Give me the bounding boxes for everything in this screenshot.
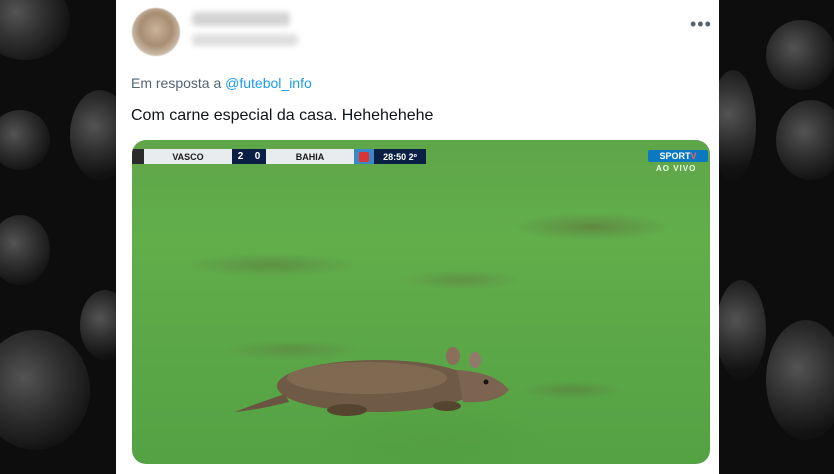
rat-figure [235, 347, 509, 416]
rat-head [457, 370, 509, 403]
author-handle-redacted [192, 34, 298, 46]
reply-handle-link[interactable]: @futebol_info [225, 75, 312, 91]
tweet-text: Com carne especial da casa. Hehehehehe [131, 107, 434, 124]
background-skull-decoration [0, 215, 50, 285]
rat-ear [446, 347, 460, 365]
channel-name-suffix: V [690, 151, 697, 161]
period: 2º [408, 151, 417, 162]
background-skull-decoration [80, 290, 118, 360]
background-skull-decoration [0, 0, 70, 60]
rat-tail [235, 394, 289, 412]
rat-ear [469, 352, 481, 368]
background-skull-decoration [776, 100, 834, 180]
team-crest-icon [354, 149, 374, 164]
scoreboard: VASCO 2 0 BAHIA 28:50 2º [132, 149, 426, 164]
author-name-redacted [192, 12, 290, 26]
reply-context: Em resposta a @futebol_info [131, 75, 312, 91]
rat-eye [483, 379, 489, 385]
home-score: 2 [237, 151, 244, 162]
live-label: AO VIVO [656, 164, 697, 173]
background-right-panel [716, 0, 834, 474]
match-clock: 28:50 2º [374, 149, 426, 164]
tweet-media-image[interactable]: VASCO 2 0 BAHIA 28:50 2º SPORT V AO VIVO [132, 140, 710, 464]
background-skull-decoration [0, 110, 50, 170]
background-skull-decoration [716, 70, 756, 180]
rat-leg [433, 401, 461, 411]
clock: 28:50 [383, 151, 407, 162]
more-horizontal-icon[interactable]: ••• [690, 14, 712, 35]
rat-back-highlight [287, 362, 447, 394]
channel-logo: SPORT V [648, 150, 708, 162]
background-skull-decoration [0, 330, 90, 450]
rat-leg [327, 404, 367, 416]
background-skull-decoration [716, 280, 766, 380]
score: 2 0 [232, 149, 266, 164]
channel-name: SPORT [659, 151, 691, 161]
background-skull-decoration [70, 90, 118, 180]
background-left-panel [0, 0, 118, 474]
background-skull-decoration [766, 320, 834, 440]
reply-prefix: Em resposta a [131, 75, 222, 91]
background-skull-decoration [766, 20, 834, 90]
away-score: 0 [254, 151, 261, 162]
avatar[interactable] [132, 8, 180, 56]
away-team: BAHIA [266, 149, 354, 164]
home-team: VASCO [144, 149, 232, 164]
scoreboard-logo [132, 149, 144, 164]
